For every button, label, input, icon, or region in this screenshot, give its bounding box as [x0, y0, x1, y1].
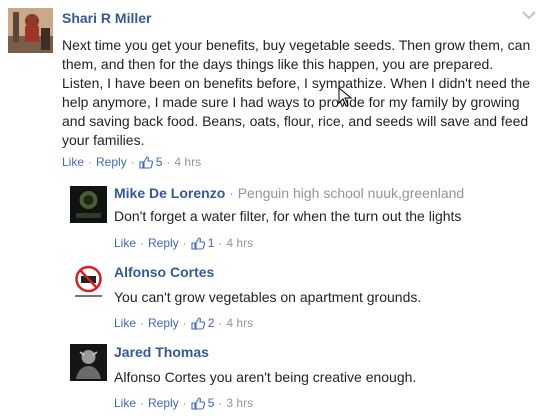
comment-time[interactable]: 4 hrs — [174, 155, 201, 169]
separator: · — [218, 236, 223, 250]
reply-actions: Like · Reply · 5 · 3 hrs — [114, 396, 253, 410]
reply-link[interactable]: Reply — [96, 155, 127, 169]
thumbs-up-icon[interactable] — [191, 396, 205, 410]
reply-actions: Like · Reply · 2 · 4 hrs — [114, 316, 253, 330]
cursor-icon — [338, 87, 352, 107]
avatar-mike-de-lorenzo[interactable] — [70, 186, 107, 223]
reply-text: You can't grow vegetables on apartment g… — [114, 289, 422, 305]
reply-time[interactable]: 3 hrs — [226, 396, 253, 410]
separator: · — [182, 236, 187, 250]
separator: · — [182, 396, 187, 410]
like-count[interactable]: 2 — [208, 316, 215, 330]
like-link[interactable]: Like — [114, 236, 136, 250]
reply-comment: Mike De Lorenzo · Penguin high school nu… — [62, 180, 548, 255]
separator: · — [88, 155, 93, 169]
like-count[interactable]: 5 — [208, 396, 215, 410]
reply-author-meta: · Penguin high school nuuk,greenland — [229, 185, 465, 201]
separator: · — [130, 155, 135, 169]
reply-author: Mike De Lorenzo · Penguin high school nu… — [114, 185, 464, 201]
reply-comment: Alfonso Cortes You can't grow vegetables… — [62, 258, 548, 333]
separator: · — [218, 396, 223, 410]
separator: · — [140, 396, 145, 410]
reply-author-name[interactable]: Mike De Lorenzo — [114, 185, 225, 201]
like-link[interactable]: Like — [62, 155, 84, 169]
chevron-down-icon[interactable] — [520, 8, 538, 22]
reply-text: Don't forget a water filter, for when th… — [114, 208, 462, 224]
thumbs-up-icon[interactable] — [191, 236, 205, 250]
reply-time[interactable]: 4 hrs — [226, 236, 253, 250]
reply-author[interactable]: Alfonso Cortes — [114, 264, 214, 280]
comment-author[interactable]: Shari R Miller — [62, 10, 151, 26]
separator: · — [166, 155, 171, 169]
separator: · — [218, 316, 223, 330]
avatar-alfonso-cortes[interactable] — [70, 264, 107, 301]
reply-actions: Like · Reply · 1 · 4 hrs — [114, 236, 253, 250]
like-count[interactable]: 5 — [156, 155, 163, 169]
avatar-shari-r-miller[interactable] — [8, 8, 53, 53]
separator: · — [182, 316, 187, 330]
avatar-jared-thomas[interactable] — [70, 344, 107, 381]
reply-time[interactable]: 4 hrs — [226, 316, 253, 330]
main-comment: Shari R Miller Next time you get your be… — [0, 0, 548, 176]
like-link[interactable]: Like — [114, 396, 136, 410]
reply-text: Alfonso Cortes you aren't being creative… — [114, 369, 417, 385]
comment-actions: Like · Reply · 5 · 4 hrs — [62, 155, 201, 169]
reply-comment: Jared Thomas Alfonso Cortes you aren't b… — [62, 338, 548, 418]
reply-link[interactable]: Reply — [148, 396, 179, 410]
reply-author[interactable]: Jared Thomas — [114, 344, 209, 360]
separator: · — [140, 316, 145, 330]
reply-link[interactable]: Reply — [148, 236, 179, 250]
reply-link[interactable]: Reply — [148, 316, 179, 330]
thumbs-up-icon[interactable] — [191, 316, 205, 330]
separator: · — [140, 236, 145, 250]
like-link[interactable]: Like — [114, 316, 136, 330]
thumbs-up-icon[interactable] — [139, 155, 153, 169]
comment-text: Next time you get your benefits, buy veg… — [62, 37, 531, 148]
like-count[interactable]: 1 — [208, 236, 215, 250]
